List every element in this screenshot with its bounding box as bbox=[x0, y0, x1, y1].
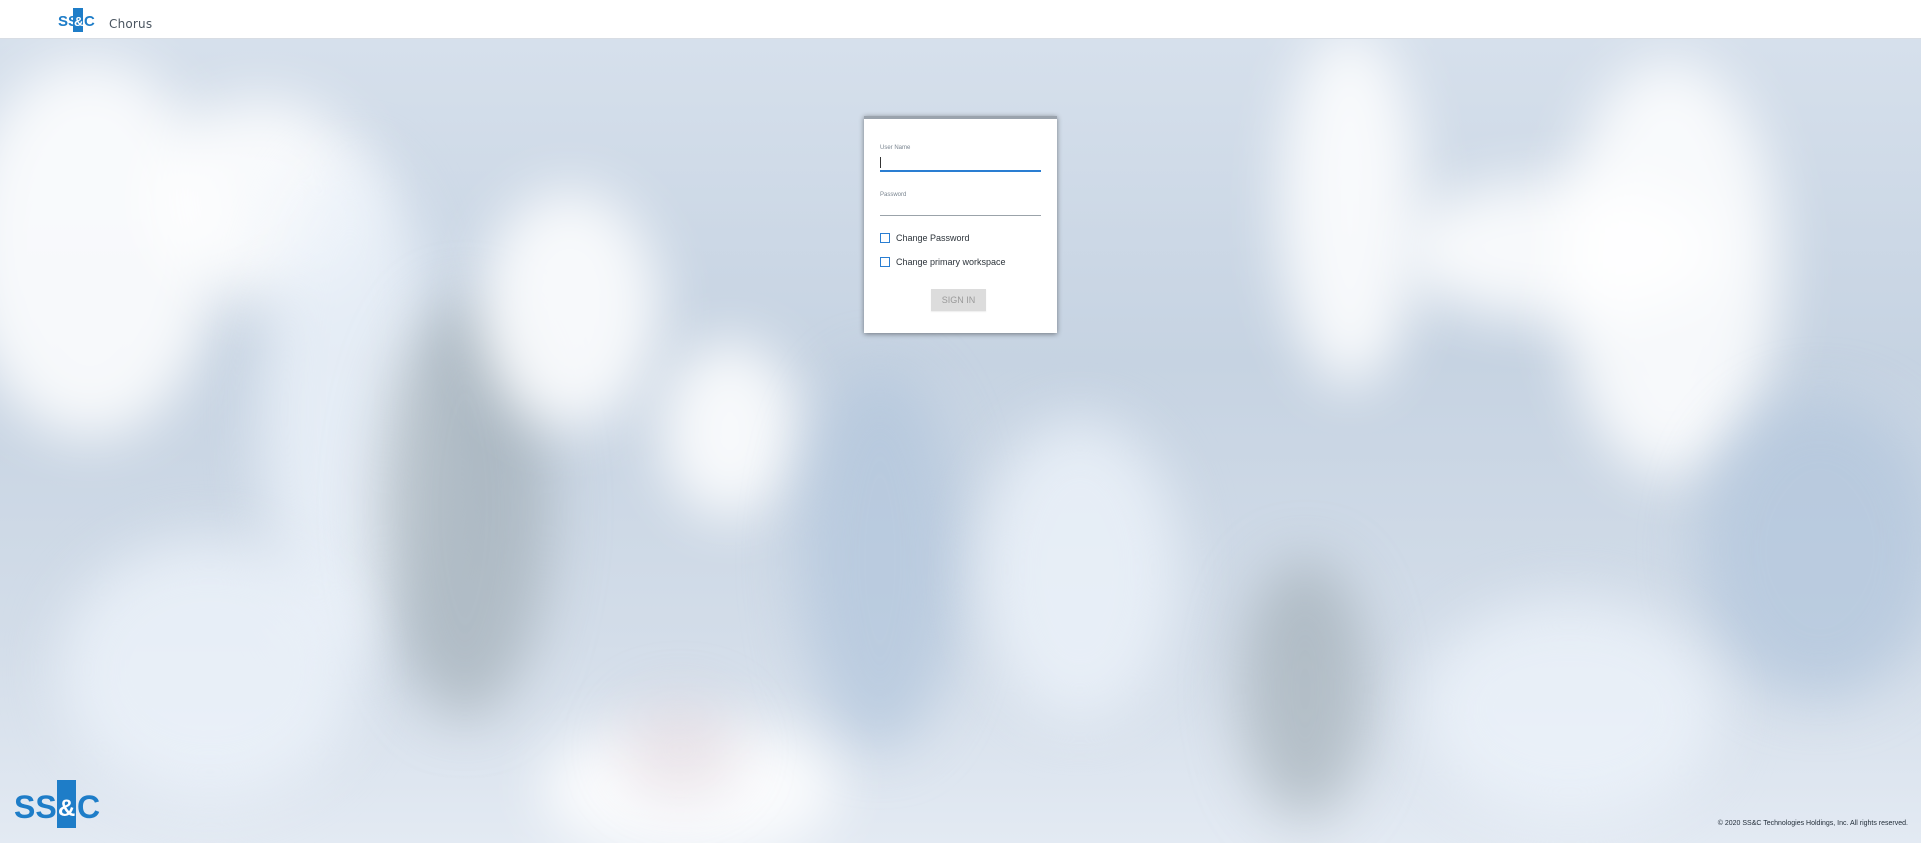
svg-text:&: & bbox=[74, 14, 83, 29]
copyright-text: © 2020 SS&C Technologies Holdings, Inc. … bbox=[1717, 820, 1908, 827]
change-workspace-option[interactable]: Change primary workspace bbox=[880, 256, 1006, 268]
svg-text:C: C bbox=[84, 13, 95, 30]
username-input[interactable] bbox=[880, 156, 1041, 172]
password-input[interactable] bbox=[880, 201, 1041, 216]
app-name: Chorus bbox=[109, 17, 153, 31]
change-password-checkbox[interactable] bbox=[880, 233, 890, 243]
top-header: SS & C Chorus bbox=[0, 0, 1921, 39]
svg-text:&: & bbox=[58, 795, 75, 822]
ssc-logo-footer: SS & C bbox=[14, 780, 100, 828]
change-password-option[interactable]: Change Password bbox=[880, 232, 970, 244]
change-password-label: Change Password bbox=[896, 233, 970, 243]
text-caret bbox=[880, 157, 881, 168]
change-workspace-checkbox[interactable] bbox=[880, 257, 890, 267]
login-card: User Name Password Change Password Chang… bbox=[864, 116, 1057, 333]
password-label: Password bbox=[880, 192, 907, 198]
svg-text:SS: SS bbox=[14, 789, 57, 825]
change-workspace-label: Change primary workspace bbox=[896, 257, 1006, 267]
sign-in-button[interactable]: SIGN IN bbox=[931, 289, 986, 311]
svg-text:C: C bbox=[77, 789, 100, 825]
ssc-logo: SS & C bbox=[58, 8, 95, 32]
username-label: User Name bbox=[880, 145, 911, 151]
